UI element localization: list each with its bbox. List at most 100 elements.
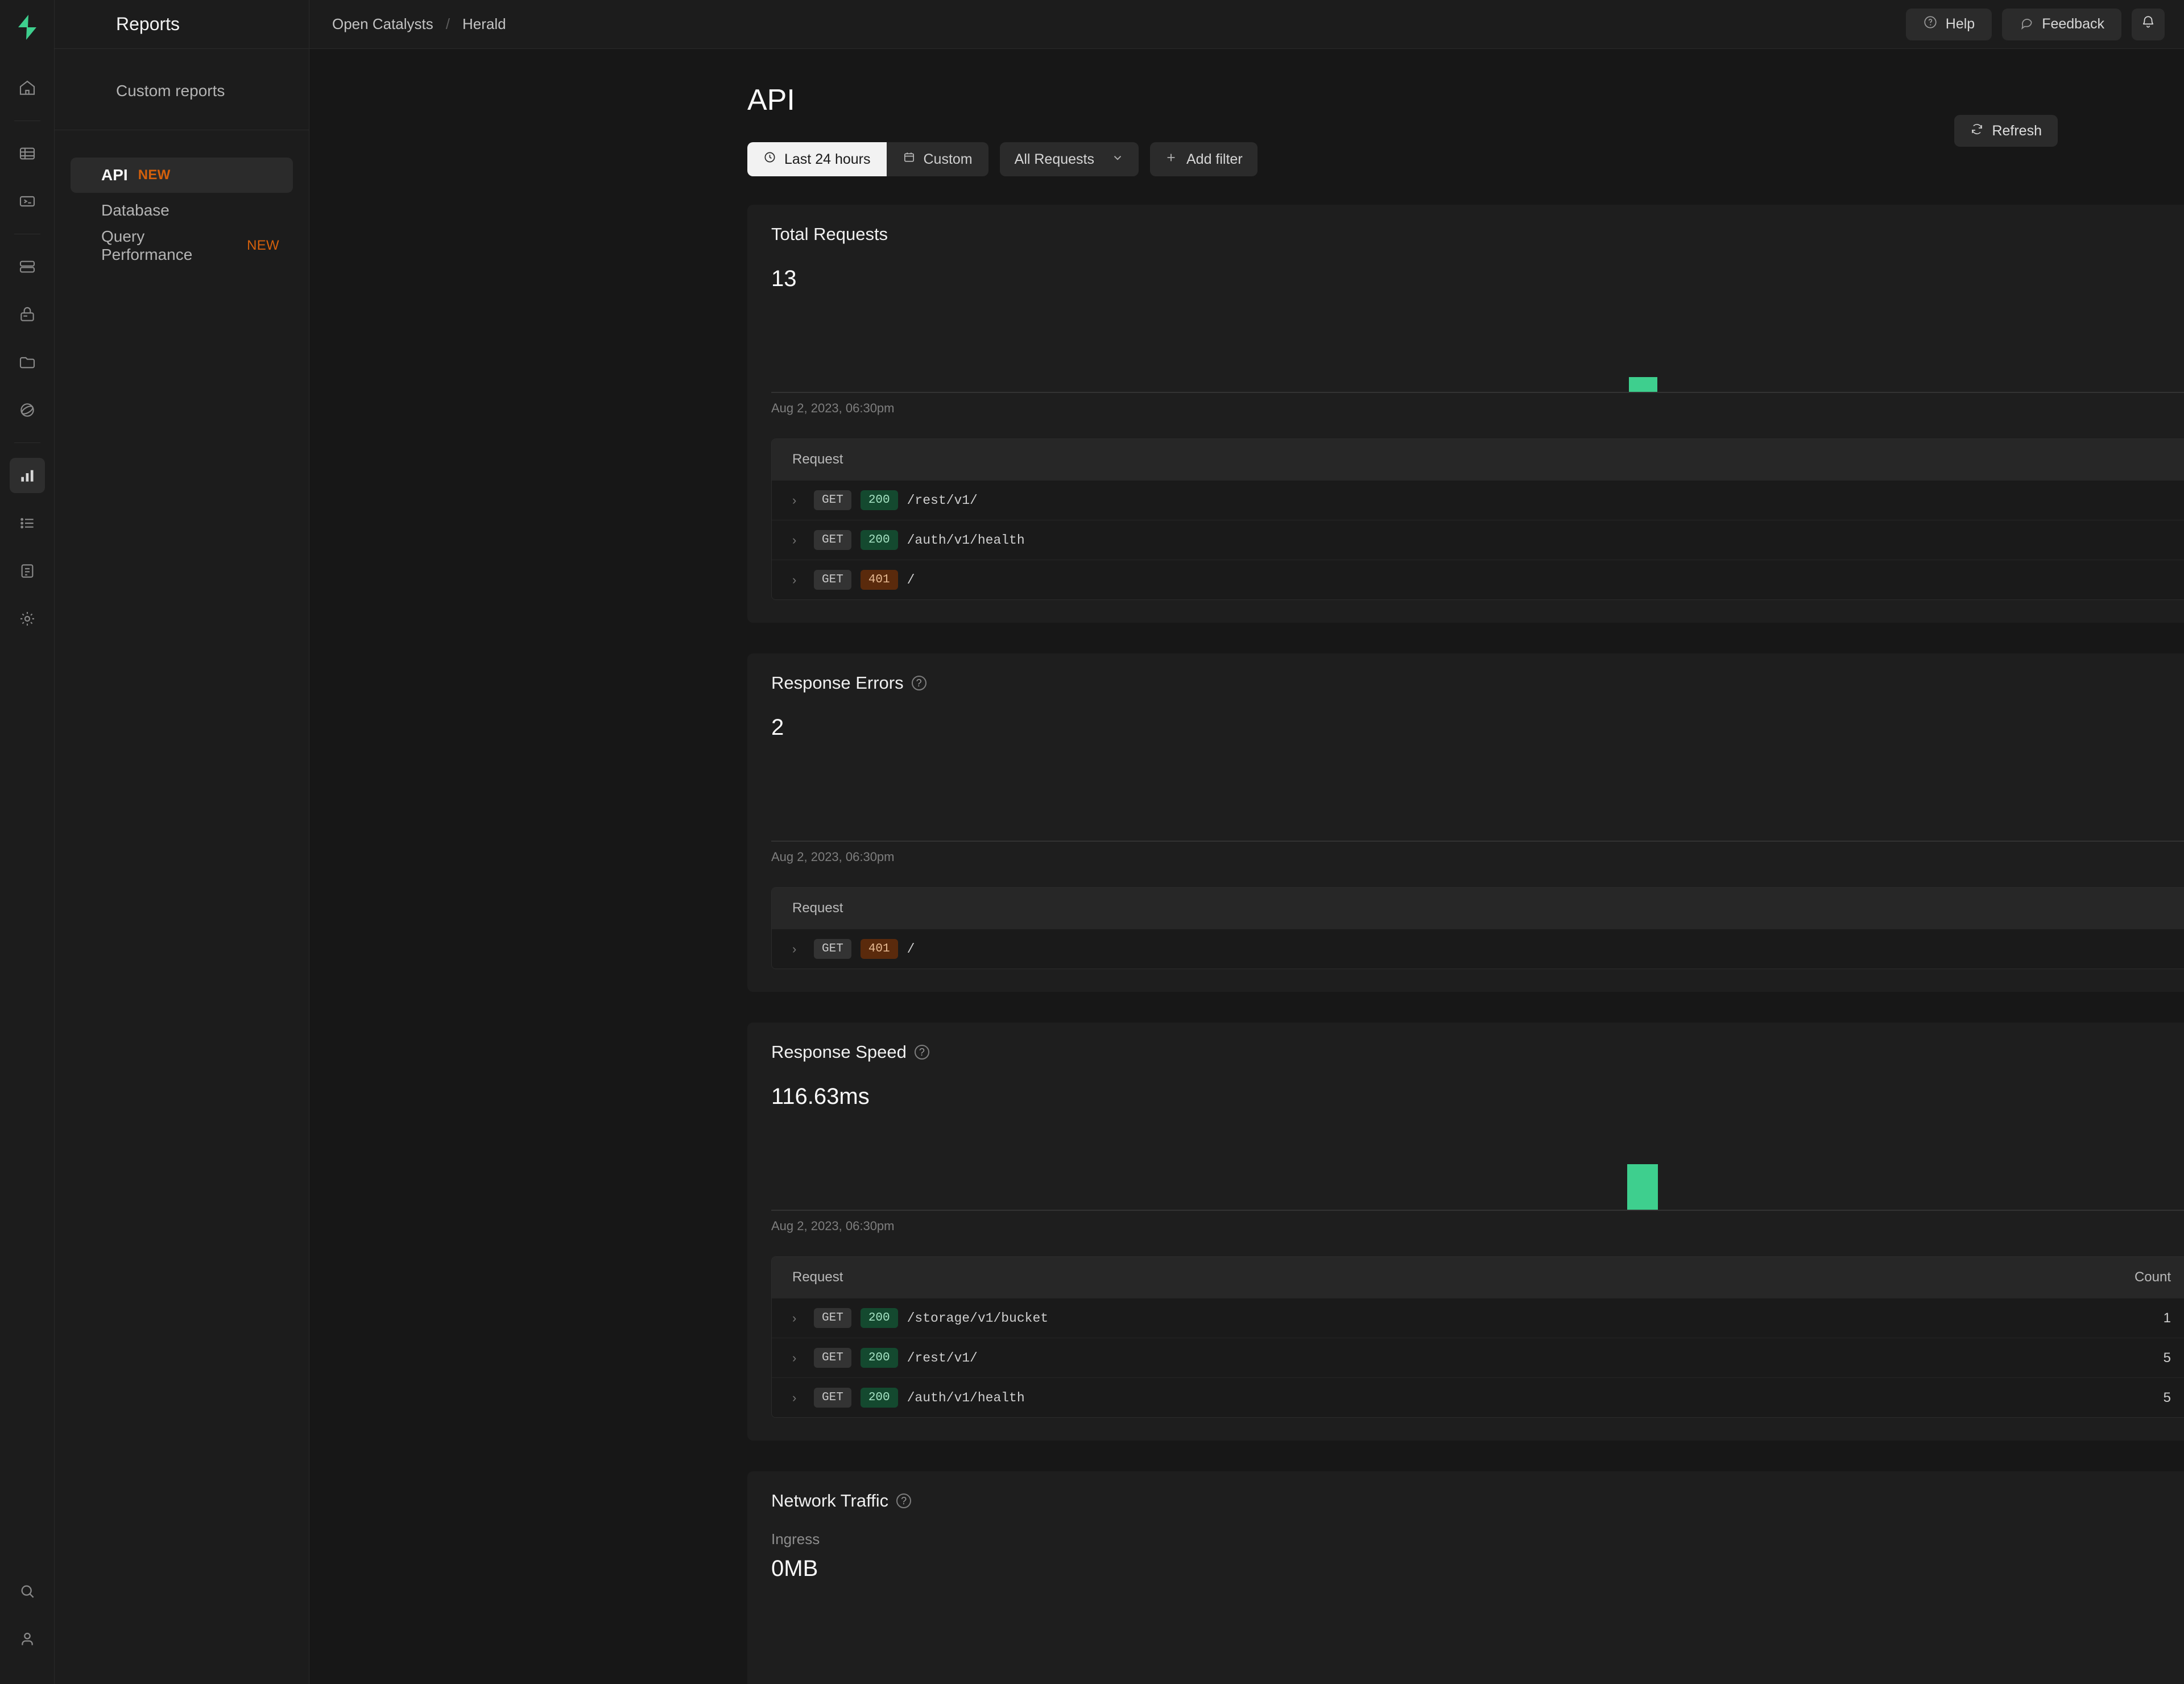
- refresh-button[interactable]: Refresh: [1954, 115, 2058, 147]
- table-row[interactable]: › GET 200 /auth/v1/health 5: [772, 520, 2184, 560]
- card-network-traffic: Network Traffic ? Ingress 0MB Aug 2, 202…: [747, 1471, 2184, 1684]
- count-cell: 5: [2163, 1389, 2171, 1405]
- time-range-label: Last 24 hours: [784, 151, 871, 167]
- total-requests-chart: [771, 302, 2184, 393]
- table-row[interactable]: › GET 200 /storage/v1/bucket 1 199.00ms: [772, 1298, 2184, 1338]
- column-header-request: Request: [792, 900, 843, 916]
- notifications-button[interactable]: [2132, 8, 2165, 40]
- sidebar-item-database[interactable]: Database: [71, 193, 293, 228]
- database-icon[interactable]: [10, 249, 45, 284]
- response-errors-chart: [771, 751, 2184, 842]
- chevron-right-icon[interactable]: ›: [792, 573, 805, 587]
- logs-icon[interactable]: [10, 506, 45, 541]
- home-icon[interactable]: [10, 71, 45, 106]
- request-path: /storage/v1/bucket: [907, 1310, 1049, 1326]
- settings-icon[interactable]: [10, 601, 45, 636]
- chart-bar: [1627, 1164, 1658, 1210]
- avg-cell: 199.00ms: [2171, 1310, 2184, 1326]
- page-content: API Refresh Last 24 hours Custom All Req…: [309, 49, 2184, 1684]
- request-path: /: [907, 572, 915, 587]
- chart-bar: [1629, 377, 1657, 392]
- rail-bottom-group: [10, 1574, 45, 1684]
- api-docs-icon[interactable]: [10, 553, 45, 589]
- time-range-last-24-hours[interactable]: Last 24 hours: [747, 142, 887, 176]
- table-editor-icon[interactable]: [10, 136, 45, 171]
- request-cell: › GET 401 /: [792, 569, 2182, 590]
- plus-icon: [1165, 151, 1177, 168]
- chevron-right-icon[interactable]: ›: [792, 1311, 805, 1326]
- table-header-row: Request Count: [772, 888, 2184, 929]
- method-badge: GET: [814, 938, 851, 959]
- status-badge: 200: [860, 1387, 898, 1408]
- card-header: Response Speed ?: [771, 1042, 2184, 1062]
- time-range-segmented: Last 24 hours Custom: [747, 142, 988, 176]
- breadcrumb-project[interactable]: Herald: [462, 15, 506, 33]
- requests-select-value: All Requests: [1014, 151, 1094, 167]
- topbar-actions: Help Feedback: [1905, 8, 2165, 40]
- sidebar-item-label: Query Performance: [101, 227, 193, 263]
- help-circle-icon[interactable]: ?: [896, 1493, 912, 1508]
- method-badge: GET: [814, 1347, 851, 1368]
- account-icon[interactable]: [10, 1621, 45, 1657]
- sidebar-item-badge: NEW: [138, 167, 171, 183]
- edge-functions-icon[interactable]: [10, 392, 45, 428]
- feedback-label: Feedback: [2042, 16, 2104, 32]
- reports-icon[interactable]: [9, 458, 45, 493]
- sidebar-item-query-performance[interactable]: Query Performance NEW: [71, 227, 293, 263]
- sidebar-item-api[interactable]: API NEW: [71, 158, 293, 193]
- method-badge: GET: [814, 569, 851, 590]
- card-header: Response Errors ?: [771, 673, 2184, 693]
- add-filter-button[interactable]: Add filter: [1150, 142, 1258, 176]
- sidebar-item-badge: NEW: [247, 238, 279, 253]
- table-row[interactable]: › GET 200 /rest/v1/ 5: [772, 480, 2184, 520]
- network-ingress-chart: [771, 1592, 2184, 1684]
- chevron-right-icon[interactable]: ›: [792, 1391, 805, 1405]
- request-cell: › GET 200 /rest/v1/: [792, 1347, 2034, 1368]
- errors-table: Request Count › GET 401 / 2: [771, 887, 2184, 969]
- storage-icon[interactable]: [10, 345, 45, 380]
- chevron-right-icon[interactable]: ›: [792, 1351, 805, 1366]
- help-circle-icon[interactable]: ?: [911, 676, 926, 690]
- question-circle-icon: [1923, 15, 1938, 34]
- table-row[interactable]: › GET 200 /auth/v1/health 5 96.00ms: [772, 1377, 2184, 1417]
- calendar-icon: [903, 151, 916, 168]
- chevron-right-icon[interactable]: ›: [792, 942, 805, 957]
- table-row[interactable]: › GET 401 / 2: [772, 560, 2184, 599]
- ingress-value: 0MB: [771, 1556, 818, 1581]
- chevron-right-icon[interactable]: ›: [792, 533, 805, 548]
- time-range-custom[interactable]: Custom: [886, 142, 988, 176]
- ingress-label: Ingress: [771, 1530, 820, 1548]
- supabase-logo[interactable]: [10, 10, 44, 44]
- sidebar-nav: API NEW Database Query Performance NEW: [55, 130, 309, 263]
- avg-cell: 96.00ms: [2171, 1390, 2184, 1406]
- breadcrumb-separator: /: [445, 15, 450, 32]
- search-icon[interactable]: [10, 1574, 45, 1609]
- authentication-icon[interactable]: [10, 297, 45, 332]
- status-badge: 401: [860, 938, 898, 959]
- requests-select[interactable]: All Requests: [999, 142, 1139, 176]
- help-button[interactable]: Help: [1905, 8, 1992, 40]
- feedback-button[interactable]: Feedback: [2002, 8, 2121, 40]
- method-badge: GET: [814, 529, 851, 551]
- sidebar-title: Reports: [116, 14, 180, 34]
- refresh-label: Refresh: [1992, 122, 2042, 139]
- card-value: 2: [771, 715, 784, 740]
- page-title: API: [747, 84, 795, 117]
- card-value: 116.63ms: [771, 1084, 870, 1109]
- top-bar: Open Catalysts / Herald Help Feedback: [309, 0, 2184, 49]
- help-circle-icon[interactable]: ?: [914, 1045, 929, 1060]
- breadcrumb-org[interactable]: Open Catalysts: [332, 15, 433, 33]
- table-row[interactable]: › GET 200 /rest/v1/ 5 120.80ms: [772, 1338, 2184, 1377]
- request-path: /rest/v1/: [907, 493, 978, 508]
- custom-reports-label[interactable]: Custom reports: [116, 82, 309, 100]
- breadcrumb: Open Catalysts / Herald: [332, 15, 506, 33]
- status-badge: 200: [860, 490, 898, 511]
- request-cell: › GET 200 /auth/v1/health: [792, 1387, 2034, 1408]
- count-cell: 1: [2163, 1310, 2171, 1326]
- request-path: /auth/v1/health: [907, 532, 1025, 548]
- axis-start-label: Aug 2, 2023, 06:30pm: [771, 1219, 895, 1233]
- table-row[interactable]: › GET 401 / 2: [772, 929, 2184, 969]
- card-title: Total Requests: [771, 224, 888, 244]
- sql-editor-icon[interactable]: [10, 184, 45, 219]
- chevron-right-icon[interactable]: ›: [792, 493, 805, 508]
